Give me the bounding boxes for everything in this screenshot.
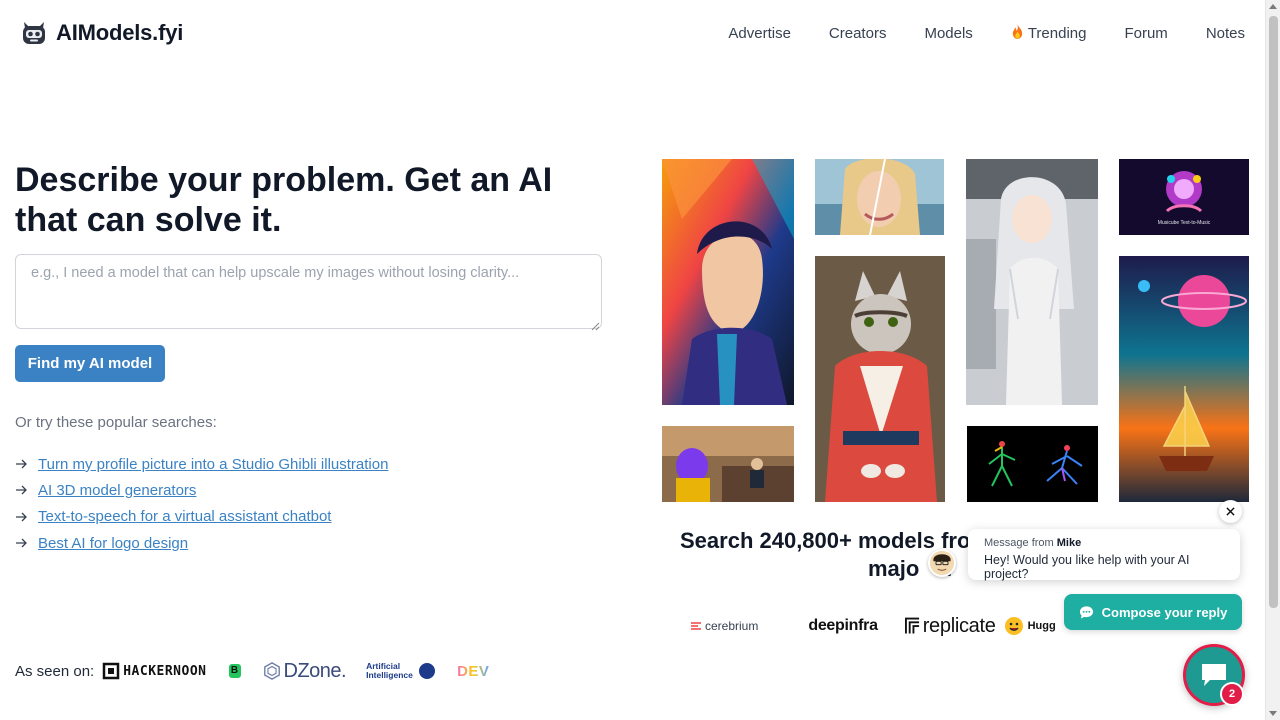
brand-name: AIModels.fyi [56,20,184,45]
chat-from-prefix: Message from [984,537,1054,549]
hackernoon-icon [102,662,120,680]
gallery-image-space-ship[interactable] [1119,256,1249,502]
seen-on-label: As seen on: [15,662,95,680]
ai-logo-icon [419,663,436,679]
models-count-line1: Search 240,800+ models fro [680,528,971,553]
huggingface-logo[interactable]: Hugg [1004,616,1056,636]
ai-logo-text: Artificial Intelligence [366,661,413,680]
chat-message-text: Hey! Would you like help with your AI pr… [984,553,1190,581]
dzone-logo[interactable]: DZone. [263,660,347,683]
scroll-up-arrow-icon[interactable] [1269,4,1277,9]
arrow-right-icon [16,512,27,522]
nav-trending[interactable]: Trending [1011,23,1087,43]
popular-search-link[interactable]: Text-to-speech for a virtual assistant c… [38,508,331,525]
gallery-image-pose-skeleton[interactable] [967,426,1098,502]
arrow-right-icon [16,538,27,548]
chat-message-from: Message from Mike [984,537,1228,549]
main-nav: Advertise Creators Models Trending Forum… [728,23,1245,43]
as-seen-on: As seen on: HACKERNOON B DZone. Artifici… [15,658,489,684]
nav-notes[interactable]: Notes [1206,25,1245,42]
popular-searches-label: Or try these popular searches: [15,414,217,431]
huggingface-logo-text: Hugg [1027,620,1056,632]
chat-agent-avatar [928,549,956,577]
popular-search-item: Text-to-speech for a virtual assistant c… [15,504,388,530]
nav-advertise[interactable]: Advertise [728,25,791,42]
gallery-image-cat-kimono[interactable] [815,256,945,502]
replicate-logo-text: replicate [922,614,996,637]
artificial-intelligence-logo[interactable]: Artificial Intelligence [366,661,436,680]
scroll-down-arrow-icon[interactable] [1269,711,1277,716]
arrow-right-icon [16,459,27,469]
b-logo-icon[interactable]: B [228,664,241,678]
resize-grip-icon[interactable] [591,318,600,331]
nav-trending-label: Trending [1027,24,1087,42]
gallery-image-cyber-hero[interactable] [662,159,794,405]
close-icon [1226,507,1235,516]
gallery-image-musicube[interactable]: Musicube Text-to-Music [1119,159,1249,235]
arrow-right-icon [16,485,27,495]
popular-search-item: Best AI for logo design [15,530,388,556]
cerebrium-icon [691,622,701,630]
find-model-button[interactable]: Find my AI model [15,345,165,382]
page-scrollbar[interactable] [1265,0,1280,720]
compose-reply-label: Compose your reply [1101,604,1228,620]
musicube-caption: Musicube Text-to-Music [1157,220,1211,226]
popular-search-link[interactable]: Turn my profile picture into a Studio Gh… [38,456,388,473]
hackernoon-logo-text: HACKERNOON [123,663,207,679]
popular-search-item: Turn my profile picture into a Studio Gh… [15,451,388,477]
models-count-line2-start: majo [868,556,920,581]
nav-creators[interactable]: Creators [829,25,887,42]
provider-logos: cerebrium deepinfra replicate Hugg [690,612,1056,640]
chat-from-name: Mike [1056,537,1082,549]
replicate-icon [904,617,919,634]
hero-title-line2: that can solve it. [15,201,282,239]
cerebrium-logo[interactable]: cerebrium [690,619,758,633]
dzone-icon [263,662,280,680]
gallery-image-woman-face[interactable] [815,159,944,235]
gallery-image-anime-girl[interactable] [966,159,1098,405]
flame-icon [1011,23,1024,43]
huggingface-icon [1004,617,1023,635]
hackernoon-logo[interactable]: HACKERNOON [102,662,206,680]
cerebrium-logo-text: cerebrium [705,619,759,633]
scrollbar-thumb[interactable] [1269,16,1278,608]
chat-bubble-icon [1079,605,1093,619]
nav-forum[interactable]: Forum [1124,25,1167,42]
problem-search-input[interactable] [15,254,602,329]
replicate-logo[interactable]: replicate [904,614,996,638]
popular-search-item: AI 3D model generators [15,477,388,503]
dzone-logo-text: DZone. [283,659,347,682]
nav-models[interactable]: Models [924,25,972,42]
chat-message-card[interactable]: Message from Mike Hey! Would you like he… [968,529,1240,581]
compose-reply-button[interactable]: Compose your reply [1064,594,1242,630]
popular-searches-list: Turn my profile picture into a Studio Gh… [15,451,388,556]
popular-search-link[interactable]: Best AI for logo design [38,535,188,552]
gallery-image-thanos-court[interactable] [662,426,794,502]
unread-count-badge: 2 [1220,682,1244,706]
robot-logo-icon [20,19,48,47]
chat-close-button[interactable] [1219,500,1242,523]
dev-logo[interactable]: DEV [457,663,489,680]
brand-link[interactable]: AIModels.fyi [20,19,183,47]
site-header: AIModels.fyi Advertise Creators Models T… [0,0,1265,66]
popular-search-link[interactable]: AI 3D model generators [38,482,196,499]
deepinfra-logo[interactable]: deepinfra [808,617,878,635]
hero-title-line1: Describe your problem. Get an AI [15,161,553,199]
hero-title: Describe your problem. Get an AI that ca… [15,160,615,240]
